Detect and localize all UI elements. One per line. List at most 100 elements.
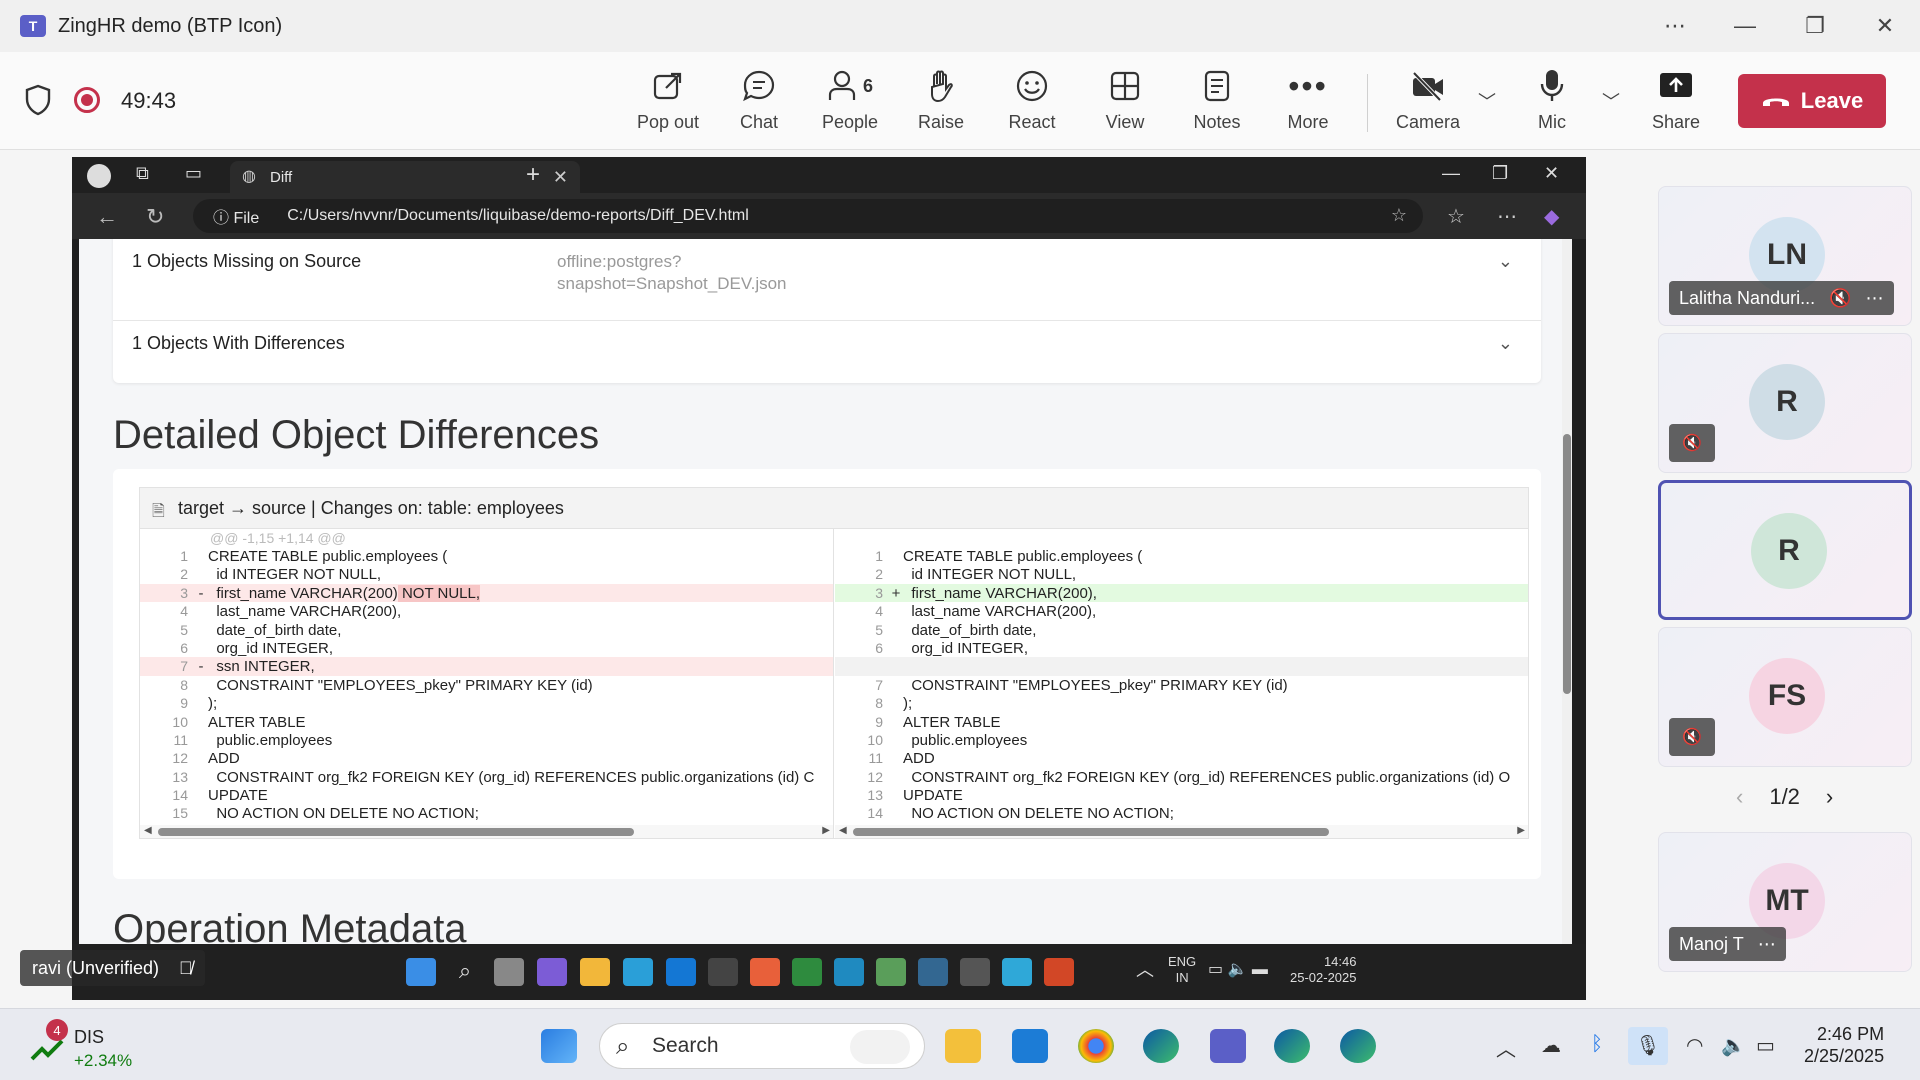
more-options-icon[interactable]: ⋯ bbox=[1640, 13, 1710, 39]
task-view-icon[interactable] bbox=[494, 958, 524, 986]
more-options-icon[interactable]: ⋯ bbox=[1866, 288, 1884, 309]
horizontal-scrollbar[interactable]: ◀ ▶ bbox=[835, 825, 1528, 838]
raise-hand-button[interactable]: Raise bbox=[898, 64, 984, 144]
recording-indicator-icon bbox=[74, 87, 100, 113]
close-button[interactable]: ✕ bbox=[1850, 13, 1920, 39]
line-number: 6 bbox=[180, 639, 188, 656]
vscode-icon[interactable] bbox=[1012, 1029, 1048, 1063]
chevron-left-icon[interactable]: ‹ bbox=[1736, 784, 1743, 810]
copilot-taskbar-icon[interactable] bbox=[537, 958, 567, 986]
start-icon[interactable] bbox=[406, 958, 436, 986]
camera-button[interactable]: Camera bbox=[1385, 64, 1471, 144]
profile-icon[interactable] bbox=[87, 164, 111, 188]
volume-icon[interactable]: 🔈 bbox=[1721, 1033, 1746, 1058]
chevron-down-icon[interactable]: ⌄ bbox=[1498, 333, 1513, 354]
pop-out-button[interactable]: Pop out bbox=[625, 64, 711, 144]
mic-in-use-icon[interactable]: 🎙 bbox=[1628, 1027, 1668, 1065]
tray-chevron-up-icon[interactable]: ︿ bbox=[1496, 1033, 1516, 1062]
more-button[interactable]: ••• More bbox=[1265, 64, 1351, 144]
share-button[interactable]: Share bbox=[1633, 64, 1719, 144]
firefox-icon[interactable] bbox=[750, 958, 780, 986]
participant-tile[interactable]: R 🔇 bbox=[1658, 333, 1912, 473]
with-differences-row[interactable]: 1 Objects With Differences ⌄ bbox=[113, 333, 1541, 373]
diff-line: 9); bbox=[140, 694, 833, 712]
app-icon[interactable] bbox=[834, 958, 864, 986]
notes-button[interactable]: Notes bbox=[1174, 64, 1260, 144]
mic-options-chevron-down-icon[interactable]: ﹀ bbox=[1602, 88, 1620, 114]
missing-on-source-row[interactable]: 1 Objects Missing on Source offline:post… bbox=[113, 251, 1541, 321]
more-options-icon[interactable]: ⋯ bbox=[1758, 934, 1776, 955]
participant-tile[interactable]: FS 🔇 bbox=[1658, 627, 1912, 767]
favorite-star-icon[interactable]: ☆ bbox=[1391, 205, 1407, 226]
favorites-icon[interactable]: ☆ bbox=[1447, 204, 1465, 229]
diff-header: 🗎 target → source | Changes on: table: e… bbox=[139, 487, 1529, 529]
diff-line: 6 org_id INTEGER, bbox=[835, 639, 1528, 657]
tray-chevron-up-icon[interactable]: ︿ bbox=[1136, 961, 1154, 979]
line-number: 3 bbox=[180, 584, 188, 601]
edge-dev-icon[interactable] bbox=[1340, 1029, 1376, 1063]
file-explorer-icon[interactable] bbox=[580, 958, 610, 986]
back-arrow-icon[interactable]: ← bbox=[96, 204, 118, 230]
chevron-right-icon[interactable]: › bbox=[1826, 784, 1833, 810]
shield-icon[interactable] bbox=[24, 84, 52, 116]
collections-icon[interactable]: ⧉ bbox=[136, 163, 149, 184]
diff-line: 12 ADD bbox=[140, 749, 833, 767]
notes-icon bbox=[1174, 64, 1260, 108]
new-tab-button[interactable]: + bbox=[526, 161, 540, 189]
view-button[interactable]: View bbox=[1082, 64, 1168, 144]
bluetooth-icon[interactable]: ᛒ bbox=[1591, 1033, 1603, 1056]
outlook-icon[interactable] bbox=[666, 958, 696, 986]
browser-close-button[interactable]: ✕ bbox=[1544, 163, 1559, 184]
wifi-icon[interactable]: ◠ bbox=[1686, 1033, 1703, 1058]
taskbar-search[interactable]: ⌕ Search bbox=[599, 1023, 925, 1069]
scroll-right-icon[interactable]: ▶ bbox=[1517, 825, 1525, 836]
onedrive-icon[interactable]: ☁ bbox=[1541, 1033, 1561, 1058]
url-field[interactable]: ⓘ File C:/Users/nvvnr/Documents/liquibas… bbox=[193, 199, 1423, 233]
file-explorer-icon[interactable] bbox=[945, 1029, 981, 1063]
teams-icon[interactable] bbox=[1210, 1029, 1246, 1063]
photos-icon[interactable] bbox=[876, 958, 906, 986]
participant-tile[interactable]: LN Lalitha Nanduri... 🔇 ⋯ bbox=[1658, 186, 1912, 326]
tab-actions-icon[interactable]: ▭ bbox=[185, 163, 202, 184]
app-icon[interactable] bbox=[708, 958, 738, 986]
copilot-icon[interactable]: ◆ bbox=[1544, 204, 1559, 229]
camera-options-chevron-down-icon[interactable]: ﹀ bbox=[1478, 88, 1496, 114]
taskbar-clock[interactable]: 2:46 PM 2/25/2025 bbox=[1804, 1023, 1884, 1067]
chevron-down-icon[interactable]: ⌄ bbox=[1498, 251, 1513, 272]
edge-beta-icon[interactable] bbox=[1274, 1029, 1310, 1063]
tab-close-icon[interactable]: ✕ bbox=[553, 167, 568, 188]
edge-icon[interactable] bbox=[1143, 1029, 1179, 1063]
refresh-icon[interactable]: ↻ bbox=[146, 204, 164, 230]
leave-button[interactable]: Leave bbox=[1738, 74, 1886, 128]
settings-more-icon[interactable]: ⋯ bbox=[1497, 204, 1517, 229]
diff-card: 🗎 target → source | Changes on: table: e… bbox=[113, 469, 1541, 879]
chrome-icon[interactable] bbox=[1078, 1029, 1114, 1063]
battery-icon[interactable]: ▭ bbox=[1756, 1033, 1775, 1058]
postgres-icon[interactable] bbox=[918, 958, 948, 986]
edge-icon[interactable] bbox=[623, 958, 653, 986]
notepad-icon[interactable] bbox=[1002, 958, 1032, 986]
toolbar-divider bbox=[1367, 74, 1368, 132]
browser-minimize-button[interactable]: — bbox=[1442, 163, 1460, 184]
start-icon[interactable] bbox=[541, 1029, 577, 1063]
participant-tile-active-speaker[interactable]: R bbox=[1658, 480, 1912, 620]
settings-icon[interactable] bbox=[960, 958, 990, 986]
horizontal-scrollbar[interactable]: ◀ ▶ bbox=[140, 825, 833, 838]
scroll-left-icon[interactable]: ◀ bbox=[144, 825, 152, 836]
scroll-left-icon[interactable]: ◀ bbox=[839, 825, 847, 836]
browser-restore-button[interactable]: ❐ bbox=[1492, 163, 1508, 184]
network-volume-battery-icons[interactable]: ▭ 🔈 ▬ bbox=[1208, 962, 1268, 978]
chat-button[interactable]: Chat bbox=[716, 64, 802, 144]
excel-icon[interactable] bbox=[792, 958, 822, 986]
search-icon[interactable]: ⌕ bbox=[450, 958, 480, 986]
scroll-right-icon[interactable]: ▶ bbox=[822, 825, 830, 836]
react-button[interactable]: React bbox=[989, 64, 1075, 144]
participant-tile[interactable]: MT Manoj T ⋯ bbox=[1658, 832, 1912, 972]
powerpoint-icon[interactable] bbox=[1044, 958, 1074, 986]
mic-button[interactable]: Mic bbox=[1509, 64, 1595, 144]
people-button[interactable]: 6 People bbox=[807, 64, 893, 144]
maximize-button[interactable]: ❐ bbox=[1780, 13, 1850, 39]
code-text: ALTER TABLE bbox=[903, 713, 1001, 731]
minimize-button[interactable]: — bbox=[1710, 13, 1780, 39]
vertical-scrollbar[interactable] bbox=[1562, 239, 1572, 944]
